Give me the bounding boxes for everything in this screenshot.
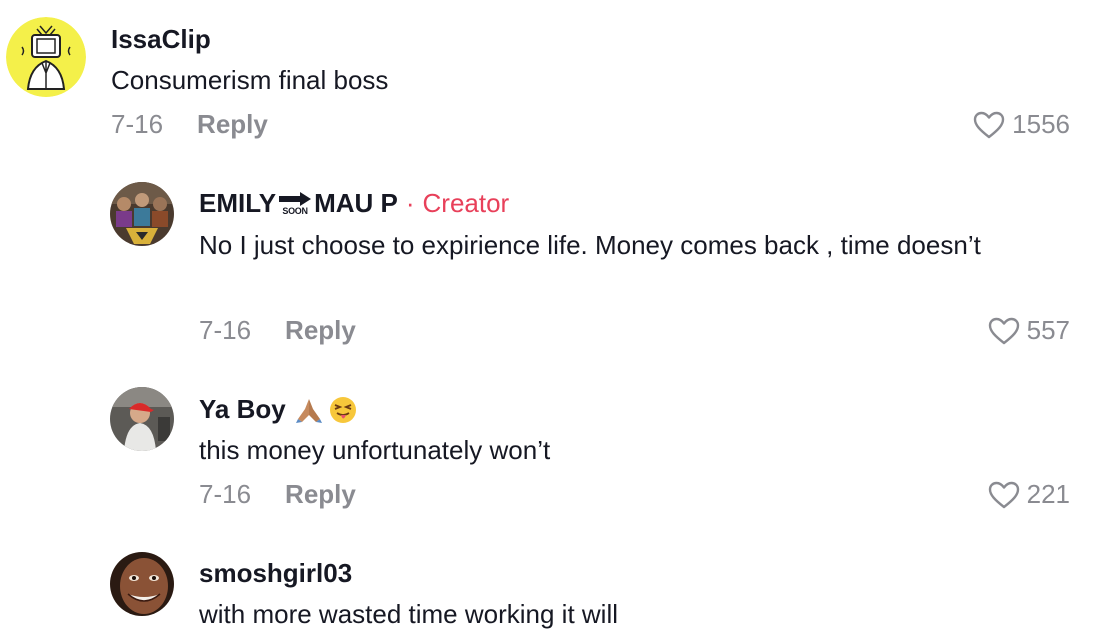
- comment-meta: 7-16 Reply: [199, 479, 356, 510]
- tv-head-avatar-icon: [6, 17, 86, 97]
- username-text: Ya Boy: [199, 394, 286, 424]
- avatar[interactable]: [110, 387, 174, 451]
- username-part: EMILY: [199, 188, 277, 218]
- like-count: 557: [1026, 315, 1070, 345]
- username-part: MAU P: [314, 188, 398, 218]
- comment-meta: 7-16 Reply: [199, 315, 356, 346]
- comment-username[interactable]: EMILY SOON MAU P · Creator: [199, 188, 509, 219]
- avatar[interactable]: [6, 17, 86, 97]
- like-count: 221: [1026, 479, 1070, 509]
- avatar[interactable]: [110, 552, 174, 616]
- comment-date: 7-16: [199, 315, 252, 345]
- creator-badge: · Creator: [406, 188, 509, 219]
- like-control[interactable]: 557: [987, 315, 1070, 346]
- group-photo-avatar-icon: [110, 182, 174, 246]
- heart-icon[interactable]: [987, 480, 1021, 510]
- separator-dot: ·: [405, 188, 415, 218]
- like-control[interactable]: 221: [987, 479, 1070, 510]
- reply-button[interactable]: Reply: [197, 109, 268, 140]
- face-closeup-avatar-icon: [110, 552, 174, 616]
- like-control[interactable]: 1556: [972, 109, 1070, 140]
- arrow-right-icon: SOON: [278, 191, 312, 216]
- comment-date: 7-16: [199, 479, 252, 509]
- comment-meta: 7-16 Reply: [111, 109, 268, 140]
- heart-icon[interactable]: [972, 110, 1006, 140]
- avatar[interactable]: [110, 182, 174, 246]
- soon-caption: SOON: [282, 206, 308, 216]
- arrow-glyph: [279, 192, 312, 206]
- comment-date: 7-16: [111, 109, 164, 139]
- squinting-tongue-emoji-icon: [329, 396, 356, 423]
- like-count: 1556: [1012, 109, 1070, 139]
- comment-username[interactable]: smoshgirl03: [199, 558, 352, 589]
- folded-hands-emoji-icon: [295, 398, 322, 423]
- comment-text: this money unfortunately won’t: [199, 435, 551, 465]
- comment-text: Consumerism final boss: [111, 65, 389, 95]
- reply-button[interactable]: Reply: [285, 479, 356, 510]
- red-cap-person-avatar-icon: [110, 387, 174, 451]
- comment-username[interactable]: Ya Boy: [199, 394, 358, 425]
- comment-text: No I just choose to expirience life. Mon…: [199, 230, 981, 260]
- creator-label: Creator: [422, 188, 510, 218]
- heart-icon[interactable]: [987, 316, 1021, 346]
- reply-button[interactable]: Reply: [285, 315, 356, 346]
- comment-username[interactable]: IssaClip: [111, 24, 211, 55]
- comment-text: with more wasted time working it will: [199, 599, 619, 629]
